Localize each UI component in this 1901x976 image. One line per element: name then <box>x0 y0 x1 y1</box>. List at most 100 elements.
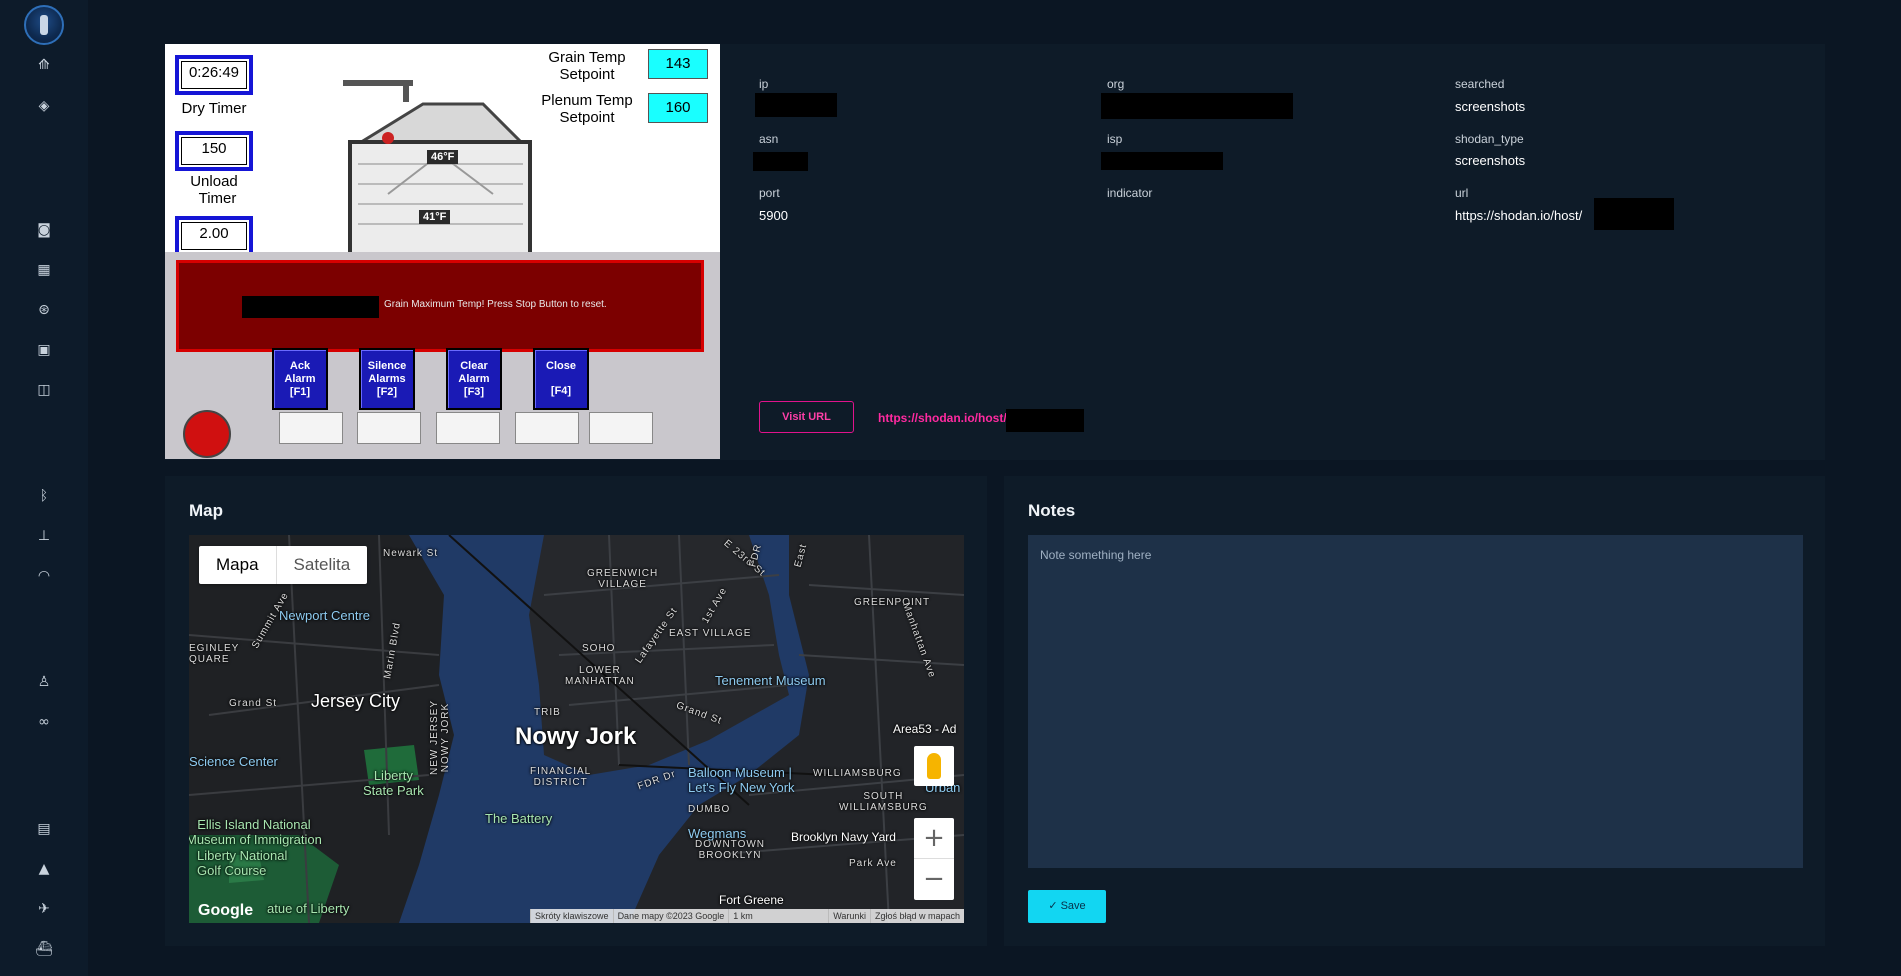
map-label-wegmans: Wegmans <box>688 826 747 841</box>
map-toggle-map[interactable]: Mapa <box>199 546 277 584</box>
alarm-banner: Grain Maximum Temp! Press Stop Button to… <box>176 260 704 352</box>
map-label-fort-greene: Fort Greene <box>719 893 784 907</box>
image-icon[interactable]: ▣ <box>34 340 54 360</box>
map-label-kingsley-square: EGINLEY QUARE <box>189 643 240 665</box>
url-label: url <box>1455 186 1469 200</box>
bluetooth-icon[interactable]: ᛒ <box>34 486 54 506</box>
map-label-science-center: Science Center <box>189 754 278 769</box>
map-toggle-satellite[interactable]: Satelita <box>277 546 368 584</box>
ip-label: ip <box>759 77 769 91</box>
button-line: [F1] <box>289 386 311 398</box>
grain-temp-label-1: Grain Temp <box>548 49 626 66</box>
plane-icon[interactable]: ✈ <box>34 899 54 919</box>
antenna-icon[interactable]: ⊥ <box>34 526 54 546</box>
map-view[interactable]: Mapa Satelita Nowy Jork Jersey City GREE… <box>189 535 964 923</box>
isp-redacted <box>1101 152 1223 170</box>
button-line: [F4] <box>550 385 572 397</box>
button-line: Alarm <box>284 373 316 385</box>
silence-alarms-button: Silence Alarms [F2] <box>359 348 415 410</box>
button-line: Ack <box>289 360 311 372</box>
bin-top-temp: 46°F <box>427 150 459 164</box>
grain-temp-label-2: Setpoint <box>559 66 615 83</box>
visit-url-link[interactable]: https://shodan.io/host/ <box>878 411 1007 425</box>
stop-button-graphic <box>183 410 231 458</box>
map-label-balloon-museum: Balloon Museum | Let's Fly New York <box>688 765 795 795</box>
person-icon[interactable]: ♙ <box>34 672 54 692</box>
map-label-south-williamsburg: SOUTH WILLIAMSBURG <box>839 791 928 813</box>
unload-timer-label-2: Timer <box>198 190 237 207</box>
unload-timer-label-1: Unload <box>190 173 238 190</box>
check-icon: ✓ <box>1048 900 1058 912</box>
google-logo: Google <box>198 902 254 919</box>
notes-title: Notes <box>1028 501 1076 520</box>
map-label-tenement-museum: Tenement Museum <box>715 673 826 688</box>
grain-bin-graphic <box>343 80 532 254</box>
map-label-nowy-jork: Nowy Jork <box>515 723 637 750</box>
alarm-message: Grain Maximum Temp! Press Stop Button to… <box>384 299 607 310</box>
third-value: 2.00 <box>181 222 247 250</box>
map-label-grand-st-left: Grand St <box>229 698 278 709</box>
map-footer: Skróty klawiszowe Dane mapy ©2023 Google… <box>530 909 964 923</box>
map-footer-report[interactable]: Zgłoś błąd w mapach <box>869 909 964 923</box>
dry-timer-value: 0:26:49 <box>181 61 247 89</box>
searched-label: searched <box>1455 77 1505 91</box>
button-line: Alarm <box>458 373 490 385</box>
satellite-icon[interactable]: ⊛ <box>34 300 54 320</box>
visit-url-button[interactable]: Visit URL <box>759 401 854 433</box>
map-label-williamsburg: WILLIAMSBURG <box>813 768 902 779</box>
map-label-brooklyn-navy-yard: Brooklyn Navy Yard <box>791 830 896 844</box>
close-button: Close [F4] <box>533 348 589 410</box>
map-label-liberty-golf: Liberty National Golf Course <box>197 848 288 878</box>
ip-redacted <box>755 93 837 117</box>
tile-info <box>589 412 653 444</box>
zoom-controls: + − <box>914 818 954 900</box>
building-icon[interactable]: ▦ <box>34 260 54 280</box>
grain-temp-setpoint: 143 <box>648 49 708 79</box>
alarm-area: Grain Maximum Temp! Press Stop Button to… <box>165 252 720 459</box>
org-redacted <box>1101 93 1293 119</box>
plenum-temp-label-2: Setpoint <box>559 109 615 126</box>
street-view-pegman[interactable] <box>914 746 954 786</box>
warning-icon[interactable]: ▲ <box>34 859 54 879</box>
sidebar: ⟰ ◈ ◙ ▦ ⊛ ▣ ◫ ᛒ ⊥ ◠ ♙ ∞ ▤ ▲ ✈ ⛴ <box>0 0 88 976</box>
binoculars-icon[interactable]: ∞ <box>34 712 54 732</box>
zoom-in-button[interactable]: + <box>914 818 954 859</box>
wifi-icon[interactable]: ◠ <box>34 566 54 586</box>
map-label-lower-manhattan: LOWER MANHATTAN <box>565 665 635 687</box>
port-label: port <box>759 186 780 200</box>
redacted-block <box>242 296 379 318</box>
bus-icon[interactable]: ▤ <box>34 819 54 839</box>
shodan-type-label: shodan_type <box>1455 132 1524 146</box>
map-label-downtown-brooklyn: DOWNTOWN BROOKLYN <box>695 839 766 861</box>
map-label-liberty-state-park: Liberty State Park <box>363 768 424 798</box>
map-footer-shortcuts[interactable]: Skróty klawiszowe <box>530 909 613 923</box>
satellite-dish-icon[interactable]: ⟰ <box>34 55 54 75</box>
map-title: Map <box>189 501 223 520</box>
tile-fire <box>279 412 343 444</box>
button-line: Alarms <box>368 373 406 385</box>
zoom-out-button[interactable]: − <box>914 859 954 900</box>
dry-timer-label: Dry Timer <box>181 100 247 117</box>
map-label-park-ave: Park Ave <box>849 858 897 869</box>
notes-textarea[interactable] <box>1028 535 1803 868</box>
robot-icon[interactable]: ◙ <box>34 220 54 240</box>
map-label-newport-centre: Newport Centre <box>279 608 371 623</box>
ship-icon[interactable]: ⛴ <box>34 939 54 959</box>
map-label-newark-st: Newark St <box>383 548 439 559</box>
ack-alarm-button: Ack Alarm [F1] <box>272 348 328 410</box>
plenum-temp-setpoint: 160 <box>648 93 708 123</box>
map-label-the-battery: The Battery <box>485 811 553 826</box>
tile-alarm <box>357 412 421 444</box>
map-footer-terms[interactable]: Warunki <box>828 909 870 923</box>
save-button[interactable]: ✓ Save <box>1028 890 1106 923</box>
map-footer-scale[interactable]: 1 km <box>728 909 828 923</box>
asn-redacted <box>753 152 808 171</box>
logo[interactable] <box>24 5 64 45</box>
pill-icon[interactable]: ◈ <box>34 96 54 116</box>
camera-icon[interactable]: ◫ <box>34 380 54 400</box>
bin-mid-temp: 41°F <box>419 210 451 224</box>
map-label-financial-district: FINANCIAL DISTRICT <box>530 766 592 788</box>
map-label-greenpoint: GREENPOINT <box>854 597 931 608</box>
map-label-statue-liberty: atue of Liberty <box>267 901 350 916</box>
map-label-ellis-island: Ellis Island National Museum of Immigrat… <box>189 817 322 847</box>
